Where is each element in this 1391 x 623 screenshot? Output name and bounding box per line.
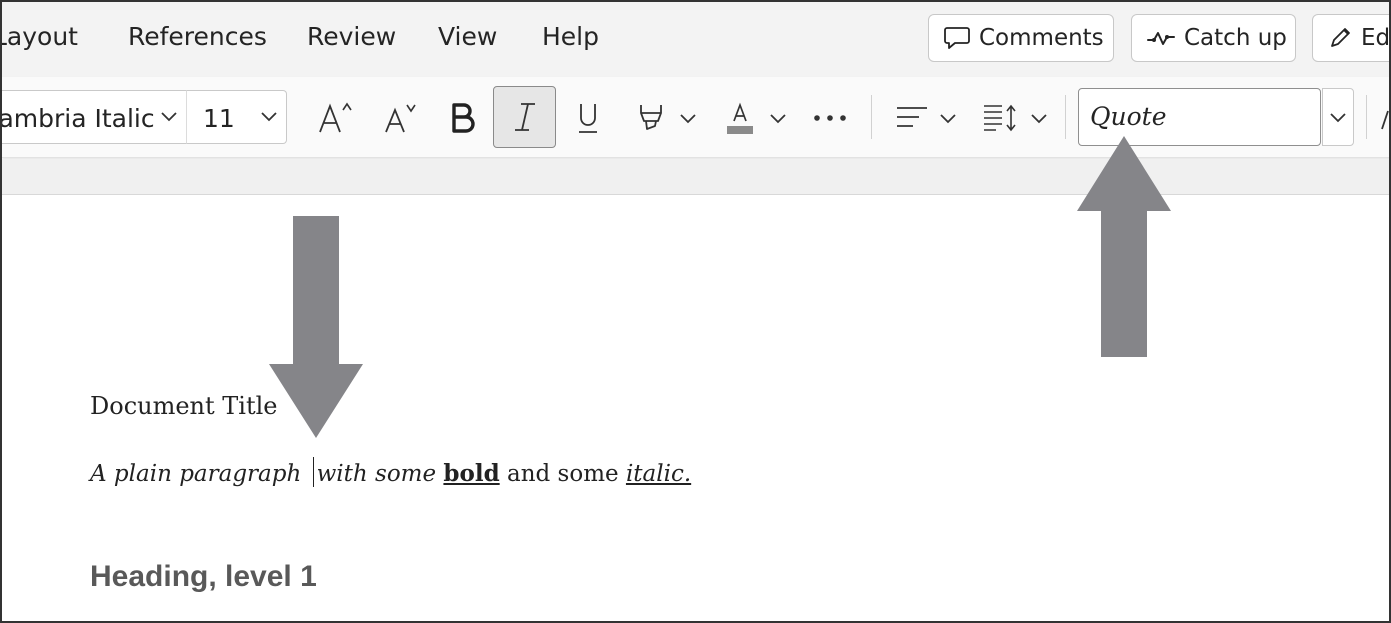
bold-text: bold [443,460,500,487]
styles-pane-icon[interactable] [1378,105,1389,131]
font-color-icon [727,102,753,134]
chevron-down-icon [159,106,179,130]
tab-references[interactable]: References [128,22,267,51]
paragraph-text: and some [499,461,626,487]
font-color-button[interactable] [718,94,762,142]
italic-icon [514,103,535,131]
chevron-down-icon [259,106,279,130]
line-spacing-icon [984,104,1016,132]
chevron-down-icon[interactable] [1027,106,1051,130]
shrink-font-icon [385,104,416,133]
paragraph-text: with some [316,461,444,487]
tab-help[interactable]: Help [542,22,599,51]
underline-button[interactable] [565,94,611,142]
pencil-icon [1327,24,1353,52]
grow-font-icon [319,102,352,133]
document-title[interactable]: Document Title [90,392,278,420]
down-arrow-annotation [269,216,363,438]
editing-button[interactable]: Editing [1312,14,1391,62]
catch-up-label: Catch up [1184,25,1287,51]
pulse-icon [1146,24,1176,52]
chevron-down-icon[interactable] [936,106,960,130]
document-paragraph[interactable]: A plain paragraph with some bold and som… [90,457,691,487]
highlighter-icon [640,105,662,130]
font-size-dropdown[interactable]: 11 [186,90,287,144]
chevron-down-icon[interactable] [766,106,790,130]
font-name-value: Cambria Italic [0,104,155,133]
ribbon-divider [1366,95,1367,139]
bold-button[interactable] [438,94,486,142]
more-dots-icon [814,115,846,121]
catch-up-button[interactable]: Catch up [1131,14,1296,62]
editing-label: Editing [1361,25,1391,51]
align-button[interactable] [888,94,936,142]
ruler-strip [2,159,1389,195]
comment-icon [943,24,971,52]
underline-icon [579,104,597,133]
more-options-button[interactable] [808,94,852,142]
italic-button[interactable] [493,86,556,148]
align-left-icon [897,107,927,127]
ribbon-divider [871,95,872,139]
tab-layout[interactable]: Layout [2,22,78,51]
text-cursor [312,457,314,487]
word-window: Layout References Review View Help Comme… [0,0,1391,623]
shrink-font-button[interactable] [374,94,426,142]
tab-view[interactable]: View [438,22,497,51]
comments-label: Comments [979,25,1104,51]
paragraph-text: A plain paragraph [90,461,309,487]
italic-text: italic. [625,461,692,487]
line-spacing-button[interactable] [976,94,1024,142]
menu-tab-bar: Layout References Review View Help Comme… [2,2,1391,77]
tab-review[interactable]: Review [307,22,396,51]
comments-button[interactable]: Comments [928,14,1114,62]
font-size-value: 11 [203,104,235,133]
formatting-ribbon: Cambria Italic 11 [0,77,1389,158]
bold-icon [452,103,475,133]
style-value: Quote [1090,102,1167,131]
up-arrow-annotation [1077,136,1171,357]
highlight-button[interactable] [627,94,675,142]
ribbon-divider [1065,95,1066,139]
style-dropdown-button[interactable] [1322,88,1354,146]
grow-font-button[interactable] [310,94,362,142]
chevron-down-icon[interactable] [676,106,700,130]
heading-level-1[interactable]: Heading, level 1 [90,560,317,594]
chevron-down-icon [1330,113,1346,123]
font-name-dropdown[interactable]: Cambria Italic [0,90,188,144]
